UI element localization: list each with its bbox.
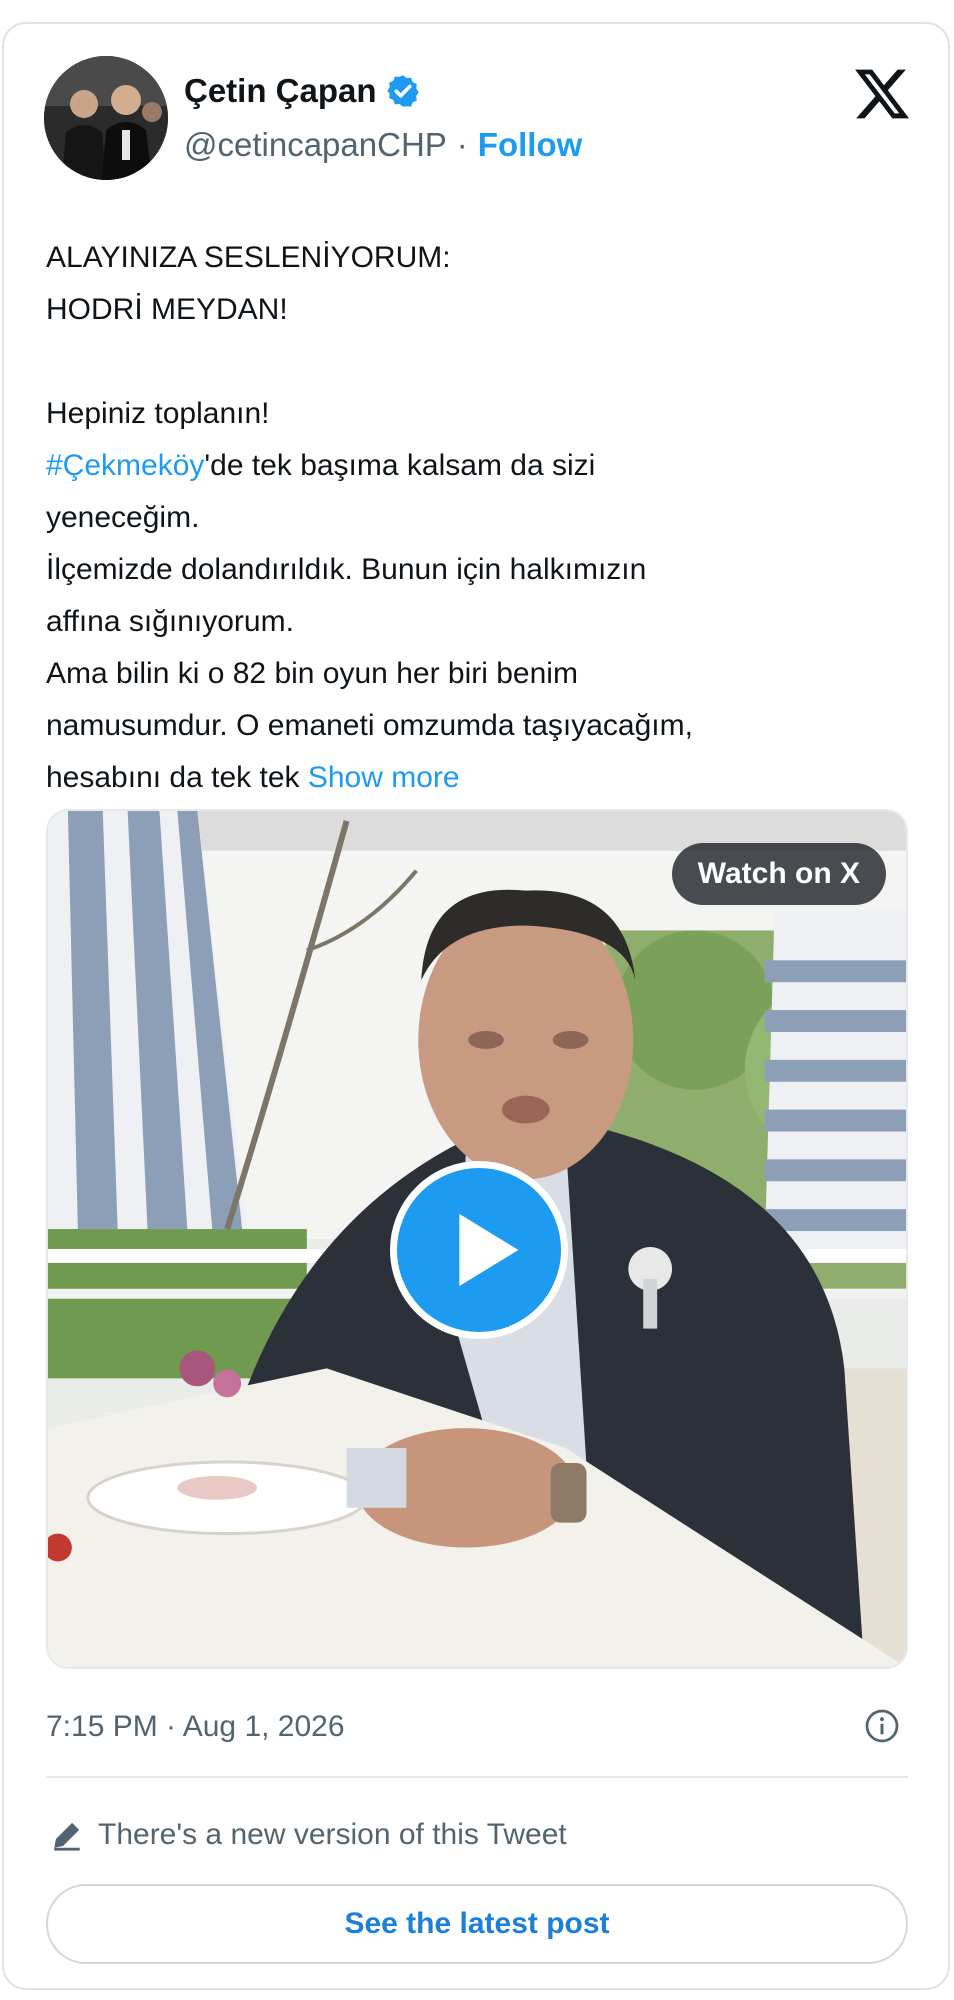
timestamp-row: 7:15 PM · Aug 1, 2026 [46, 1704, 908, 1750]
tweet-line: namusumdur. O emaneti omzumda taşıyacağı… [46, 709, 693, 742]
tweet-header: Çetin Çapan @cetincapanCHP · Follow [44, 54, 912, 184]
pencil-icon [54, 1822, 80, 1851]
watch-on-x-button[interactable]: Watch on X [671, 843, 886, 905]
author-handle-row: @cetincapanCHP · Follow [184, 126, 582, 164]
tweet-line: #Çekmeköy'de tek başıma kalsam da sizi [46, 440, 914, 492]
verified-badge-icon [386, 75, 419, 107]
tweet-text: ALAYINIZA SESLENİYORUM: HODRİ MEYDAN! Hep… [46, 232, 914, 804]
avatar-photo [44, 56, 168, 180]
tweet-line: hesabını da tek tek Show more [46, 752, 914, 804]
new-version-notice: There's a new version of this Tweet [50, 1818, 567, 1852]
tweet-line: Ama bilin ki o 82 bin oyun her biri beni… [46, 657, 578, 690]
new-version-text: There's a new version of this Tweet [98, 1818, 567, 1851]
tweet-line-text: hesabını da tek tek [46, 761, 300, 794]
follow-button[interactable]: Follow [478, 126, 582, 164]
divider [46, 1776, 908, 1778]
separator-dot: · [456, 126, 468, 163]
video-thumbnail[interactable]: Watch on X [46, 809, 908, 1669]
tweet-line: İlçemizde dolandırıldık. Bunun için halk… [46, 553, 647, 586]
author-handle[interactable]: @cetincapanCHP [184, 126, 447, 164]
hashtag-link[interactable]: #Çekmeköy [46, 449, 204, 482]
tweet-line: ALAYINIZA SESLENİYORUM: [46, 241, 451, 274]
author-name[interactable]: Çetin Çapan [184, 72, 377, 110]
tweet-line-rest: 'de tek başıma kalsam da sizi [204, 449, 596, 482]
see-latest-post-button[interactable]: See the latest post [46, 1884, 908, 1964]
tweet-line: Hepiniz toplanın! [46, 397, 270, 430]
embedded-tweet-card: Çetin Çapan @cetincapanCHP · Follow ALAY… [2, 22, 950, 1990]
tweet-line: yeneceğim. [46, 501, 200, 534]
info-icon[interactable] [864, 1708, 900, 1744]
show-more-link[interactable]: Show more [308, 761, 460, 794]
x-logo-icon[interactable] [852, 64, 912, 124]
play-icon [459, 1213, 519, 1287]
play-button[interactable] [390, 1161, 568, 1339]
tweet-timestamp[interactable]: 7:15 PM · Aug 1, 2026 [46, 1710, 345, 1744]
avatar[interactable] [44, 56, 168, 180]
tweet-line: affına sığınıyorum. [46, 605, 294, 638]
author-name-row: Çetin Çapan [184, 72, 421, 110]
tweet-line: HODRİ MEYDAN! [46, 293, 288, 326]
